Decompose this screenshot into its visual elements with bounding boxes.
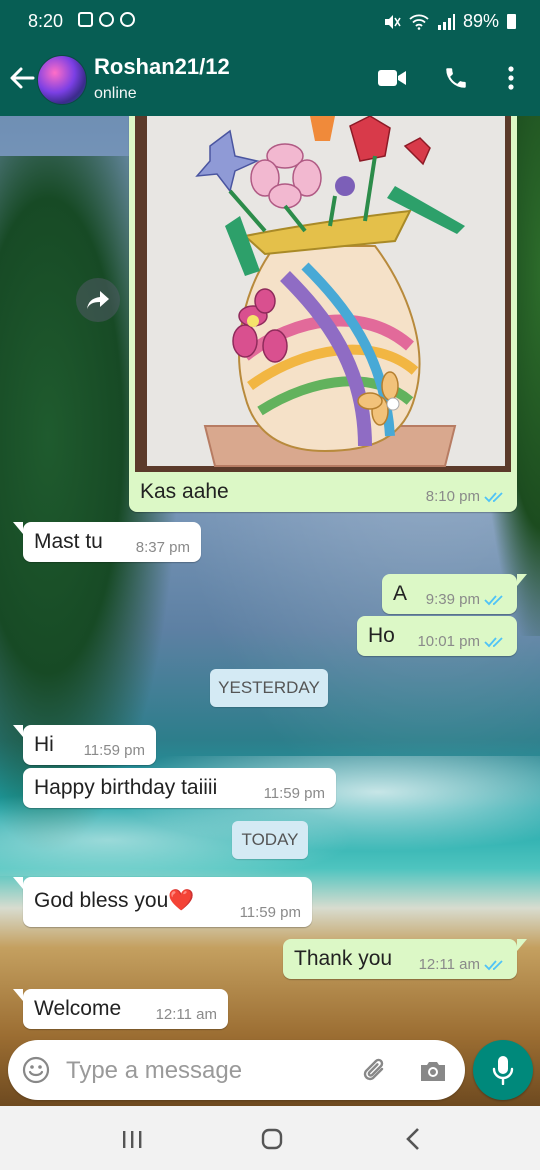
message-composer xyxy=(8,1040,465,1100)
chevron-left-icon xyxy=(406,1128,419,1150)
image-caption: Kas aahe xyxy=(140,480,229,503)
message-text: God bless you❤️ xyxy=(34,889,195,912)
more-options-button[interactable] xyxy=(493,60,529,96)
notification-icons xyxy=(78,12,135,27)
message-time: 8:10 pm xyxy=(425,488,480,505)
message-meta: 11:59 pm xyxy=(264,785,325,802)
system-nav-bar xyxy=(0,1106,540,1170)
message-text: Ho xyxy=(368,624,395,647)
message-text: Mast tu xyxy=(34,530,103,553)
back-arrow-icon xyxy=(10,67,35,89)
message-text: Happy birthday taiiii xyxy=(34,776,218,799)
microphone-icon xyxy=(492,1056,514,1085)
message-meta: 8:37 pm xyxy=(136,539,190,556)
contact-status: online xyxy=(94,85,137,102)
message-meta: 12:11 am xyxy=(156,1006,217,1023)
message-time: 10:01 pm xyxy=(417,633,480,650)
message-text: A xyxy=(393,582,408,605)
message-bubble-incoming[interactable]: Welcome 12:11 am xyxy=(13,989,228,1029)
forward-arrow-icon xyxy=(87,291,109,309)
image-message[interactable]: Kas aahe 8:10 pm xyxy=(129,116,517,512)
mute-icon xyxy=(384,14,401,29)
back-button[interactable] xyxy=(8,62,36,94)
read-ticks-icon xyxy=(484,594,503,605)
home-button[interactable] xyxy=(257,1126,287,1152)
message-time: 12:11 am xyxy=(418,956,480,973)
message-time: 9:39 pm xyxy=(425,591,480,608)
kebab-menu-icon xyxy=(508,66,514,90)
phone-icon xyxy=(446,68,466,88)
battery-percent: 89% xyxy=(462,11,499,31)
read-ticks-icon xyxy=(484,491,503,502)
recent-apps-button[interactable] xyxy=(117,1126,147,1152)
message-meta: 9:39 pm xyxy=(426,591,506,608)
message-bubble-incoming[interactable]: Happy birthday taiiii 11:59 pm xyxy=(23,768,336,808)
read-ticks-icon xyxy=(484,636,503,647)
wifi-icon xyxy=(409,14,429,30)
message-meta: 11:59 pm xyxy=(240,904,301,921)
emoji-icon[interactable] xyxy=(22,1056,50,1084)
message-time: 12:11 am xyxy=(155,1006,217,1023)
message-bubble-incoming[interactable]: Hi 11:59 pm xyxy=(13,725,156,765)
message-bubble-outgoing[interactable]: A 9:39 pm xyxy=(382,574,527,614)
message-time: 11:59 pm xyxy=(83,742,145,759)
message-time: 8:37 pm xyxy=(135,539,190,556)
message-meta: 8:10 pm xyxy=(426,488,506,505)
video-call-button[interactable] xyxy=(374,60,410,96)
contact-name[interactable]: Roshan21/12 xyxy=(94,54,230,80)
message-bubble-outgoing[interactable]: Thank you 12:11 am xyxy=(283,939,527,979)
message-meta: 12:11 am xyxy=(419,956,506,973)
message-input[interactable] xyxy=(64,1054,348,1088)
message-bubble-incoming[interactable]: God bless you❤️ 11:59 pm xyxy=(13,877,312,927)
home-icon xyxy=(261,1128,283,1150)
message-bubble-outgoing[interactable]: Ho 10:01 pm xyxy=(357,616,517,656)
message-text: Welcome xyxy=(34,997,122,1020)
voice-call-button[interactable] xyxy=(438,60,474,96)
app-notification-icon xyxy=(99,12,114,27)
message-bubble-incoming[interactable]: Mast tu 8:37 pm xyxy=(13,522,201,562)
date-chip-today: TODAY xyxy=(232,821,308,859)
read-ticks-icon xyxy=(484,959,503,970)
attachment-icon[interactable] xyxy=(360,1056,390,1086)
recent-apps-icon xyxy=(123,1131,142,1148)
message-text: Thank you xyxy=(294,947,393,970)
voice-message-button[interactable] xyxy=(473,1040,533,1100)
status-right: 89% xyxy=(383,11,516,32)
nav-back-button[interactable] xyxy=(398,1126,428,1152)
status-time: 8:20 xyxy=(28,11,64,31)
chat-header: Roshan21/12 online xyxy=(0,42,540,116)
avatar[interactable] xyxy=(37,55,87,105)
video-camera-icon xyxy=(378,70,406,86)
battery-icon xyxy=(507,14,516,29)
message-time: 11:59 pm xyxy=(239,904,301,921)
camera-icon[interactable] xyxy=(418,1056,448,1086)
gallery-icon xyxy=(78,12,93,27)
signal-icon xyxy=(437,13,455,30)
date-chip-yesterday: YESTERDAY xyxy=(210,669,328,707)
vase-drawing-image[interactable] xyxy=(135,116,511,472)
message-time: 11:59 pm xyxy=(263,785,325,802)
message-meta: 11:59 pm xyxy=(84,742,145,759)
message-text: Hi xyxy=(34,733,54,756)
message-meta: 10:01 pm xyxy=(417,633,506,650)
blocked-icon xyxy=(120,12,135,27)
status-bar: 8:20 89% xyxy=(0,0,540,42)
forward-button[interactable] xyxy=(76,278,120,322)
